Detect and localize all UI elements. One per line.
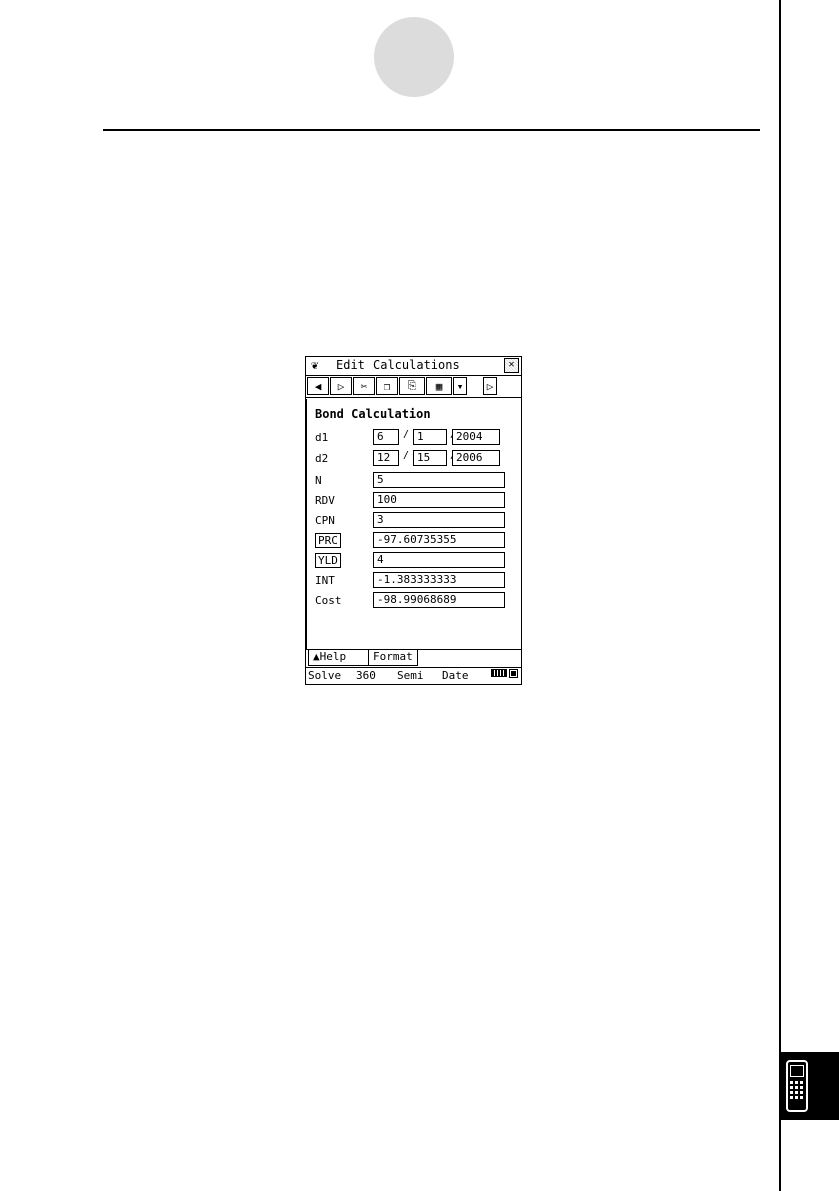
menu-bar: ❦ Edit Calculations ✕	[306, 357, 521, 376]
scroll-right-icon[interactable]: ▷	[483, 377, 497, 395]
d1-month-field[interactable]: 6	[373, 429, 399, 445]
copy-icon[interactable]: ❐	[376, 377, 398, 395]
cost-label: Cost	[315, 594, 342, 607]
stop-icon[interactable]	[509, 669, 518, 678]
header-rule	[103, 129, 760, 131]
side-tab	[779, 1052, 839, 1120]
n-field[interactable]: 5	[373, 472, 505, 488]
int-field[interactable]: -1.383333333	[373, 572, 505, 588]
status-payment: Semi	[397, 669, 424, 682]
cpn-label: CPN	[315, 514, 335, 527]
page-marker-circle	[374, 17, 454, 97]
play-icon[interactable]: ▷	[330, 377, 352, 395]
margin-rule	[779, 0, 781, 1191]
cut-icon[interactable]: ✂	[353, 377, 375, 395]
date-separator: /	[403, 450, 410, 461]
d2-year-field[interactable]: 2006	[452, 450, 500, 466]
n-label: N	[315, 474, 322, 487]
calculator-icon	[786, 1060, 808, 1112]
d2-month-field[interactable]: 12	[373, 450, 399, 466]
yld-solve-button[interactable]: YLD	[315, 553, 341, 568]
d1-day-field[interactable]: 1	[413, 429, 447, 445]
yld-field[interactable]: 4	[373, 552, 505, 568]
tab-format[interactable]: Format	[368, 650, 418, 666]
status-date-mode: Date	[442, 669, 469, 682]
d1-year-field[interactable]: 2004	[452, 429, 500, 445]
d1-label: d1	[315, 431, 329, 444]
tab-bar: ▲Help Format	[306, 649, 521, 667]
int-label: INT	[315, 574, 335, 587]
status-bar: Solve 360 Semi Date	[306, 667, 521, 685]
d2-label: d2	[315, 452, 329, 465]
dropdown-icon[interactable]: ▾	[453, 377, 467, 395]
prc-solve-button[interactable]: PRC	[315, 533, 341, 548]
status-solve: Solve	[308, 669, 342, 682]
form-area: Bond Calculation d1 6 / 1 / 2004 d2 12 /…	[306, 399, 522, 649]
d2-day-field[interactable]: 15	[413, 450, 447, 466]
close-icon[interactable]: ✕	[504, 358, 519, 373]
tab-help[interactable]: ▲Help	[308, 650, 370, 666]
menu-calculations[interactable]: Calculations	[373, 358, 460, 372]
date-separator: /	[403, 429, 410, 440]
back-arrow-icon[interactable]: ◀	[307, 377, 329, 395]
status-day-count: 360	[356, 669, 376, 682]
rdv-field[interactable]: 100	[373, 492, 505, 508]
form-title: Bond Calculation	[315, 407, 431, 421]
rdv-label: RDV	[315, 494, 335, 507]
paste-icon[interactable]: ⎘	[399, 377, 425, 395]
table-icon[interactable]: ▦	[426, 377, 452, 395]
cpn-field[interactable]: 3	[373, 512, 505, 528]
cost-field[interactable]: -98.99068689	[373, 592, 505, 608]
calculator-screen: ❦ Edit Calculations ✕ ◀ ▷ ✂ ❐ ⎘ ▦ ▾ ▷ Bo…	[305, 356, 522, 685]
menu-logo-icon[interactable]: ❦	[311, 358, 318, 372]
prc-field[interactable]: -97.60735355	[373, 532, 505, 548]
toolbar: ◀ ▷ ✂ ❐ ⎘ ▦ ▾ ▷	[306, 377, 521, 398]
battery-icon	[491, 669, 507, 677]
menu-edit[interactable]: Edit	[336, 358, 365, 372]
